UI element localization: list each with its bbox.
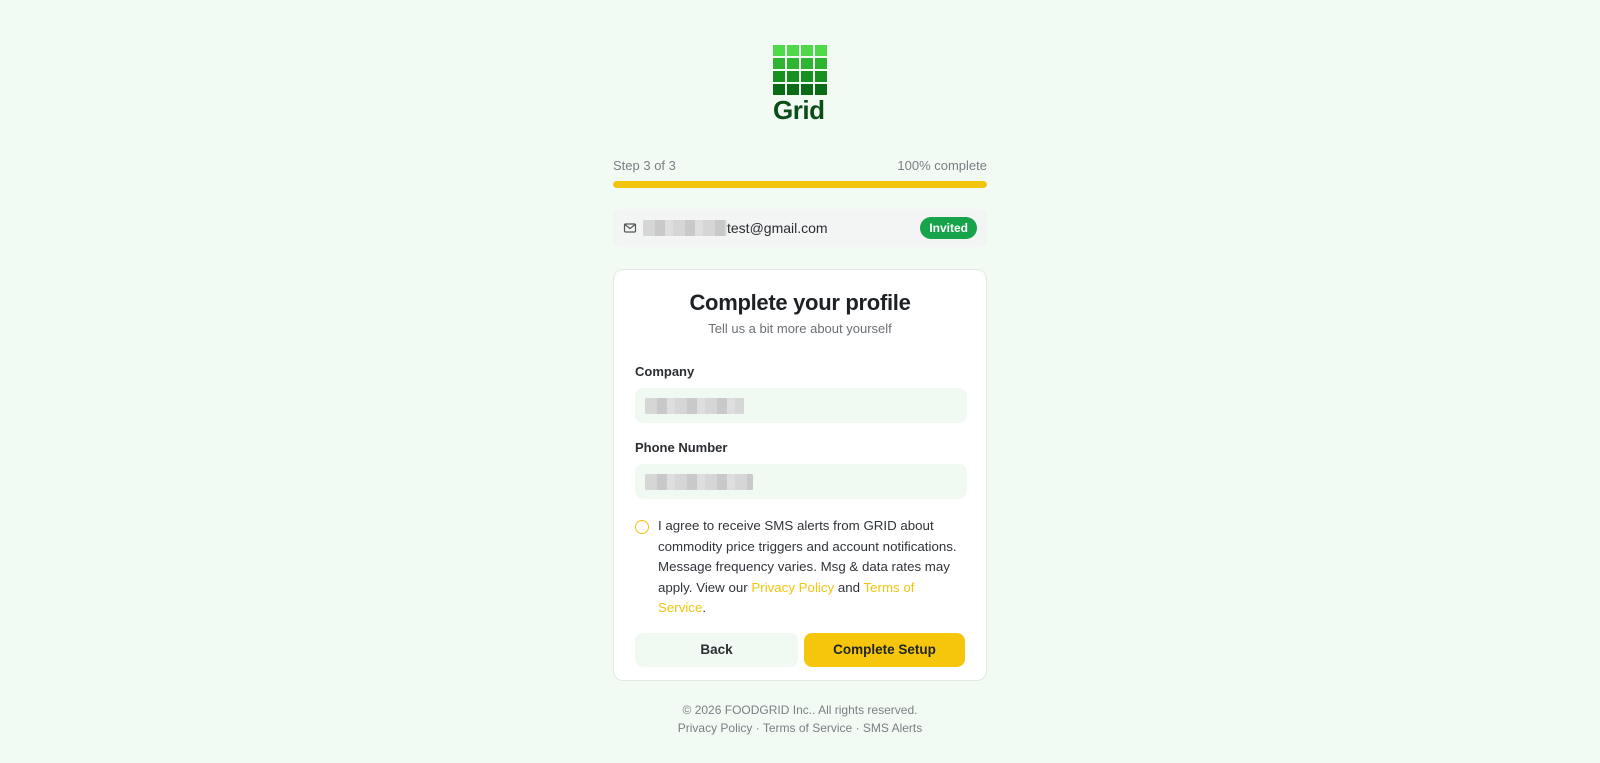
company-label: Company [635,364,695,379]
copyright-text: © 2026 FOODGRID Inc.. All rights reserve… [682,703,918,717]
sms-consent-text: I agree to receive SMS alerts from GRID … [658,516,965,619]
footer-terms-link[interactable]: Terms of Service [763,721,852,735]
footer: © 2026 FOODGRID Inc.. All rights reserve… [613,701,987,737]
sms-consent-checkbox[interactable] [635,520,649,534]
progress-percent: 100% complete [897,158,987,173]
footer-separator: · [752,721,763,735]
page-title: Complete your profile [689,290,911,315]
profile-card: Complete your profile Tell us a bit more… [613,269,987,681]
back-button[interactable]: Back [635,632,798,667]
progress-bar-fill [613,181,987,188]
footer-sms-alerts-link[interactable]: SMS Alerts [863,721,922,735]
complete-setup-button[interactable]: Complete Setup [804,632,965,667]
redacted-company-value [645,397,744,414]
grid-logo-text: Grid [773,95,825,125]
privacy-policy-link[interactable]: Privacy Policy [751,580,834,595]
consent-and: and [834,579,864,595]
footer-separator: · [852,721,863,735]
phone-label: Phone Number [635,440,728,455]
page-subtitle: Tell us a bit more about yourself [708,321,892,336]
footer-links: Privacy Policy · Terms of Service · SMS … [613,719,987,737]
redacted-phone-value [645,473,753,490]
step-indicator: Step 3 of 3 [613,158,676,173]
redacted-email-prefix [643,220,727,236]
grid-logo-mark [773,45,827,95]
footer-privacy-link[interactable]: Privacy Policy [678,721,753,735]
invited-email-bar: test@gmail.com Invited [613,209,987,247]
grid-logo: Grid [773,45,829,124]
phone-input[interactable] [635,464,967,499]
invited-status-badge: Invited [920,217,977,239]
progress-header: Step 3 of 3 100% complete [613,158,987,173]
consent-end: . [702,600,707,615]
email-address: test@gmail.com [727,220,828,236]
company-input[interactable] [635,388,967,423]
mail-icon [623,221,637,235]
sms-consent: I agree to receive SMS alerts from GRID … [635,516,965,619]
progress-bar [613,181,987,188]
form-actions: Back Complete Setup [635,632,965,667]
